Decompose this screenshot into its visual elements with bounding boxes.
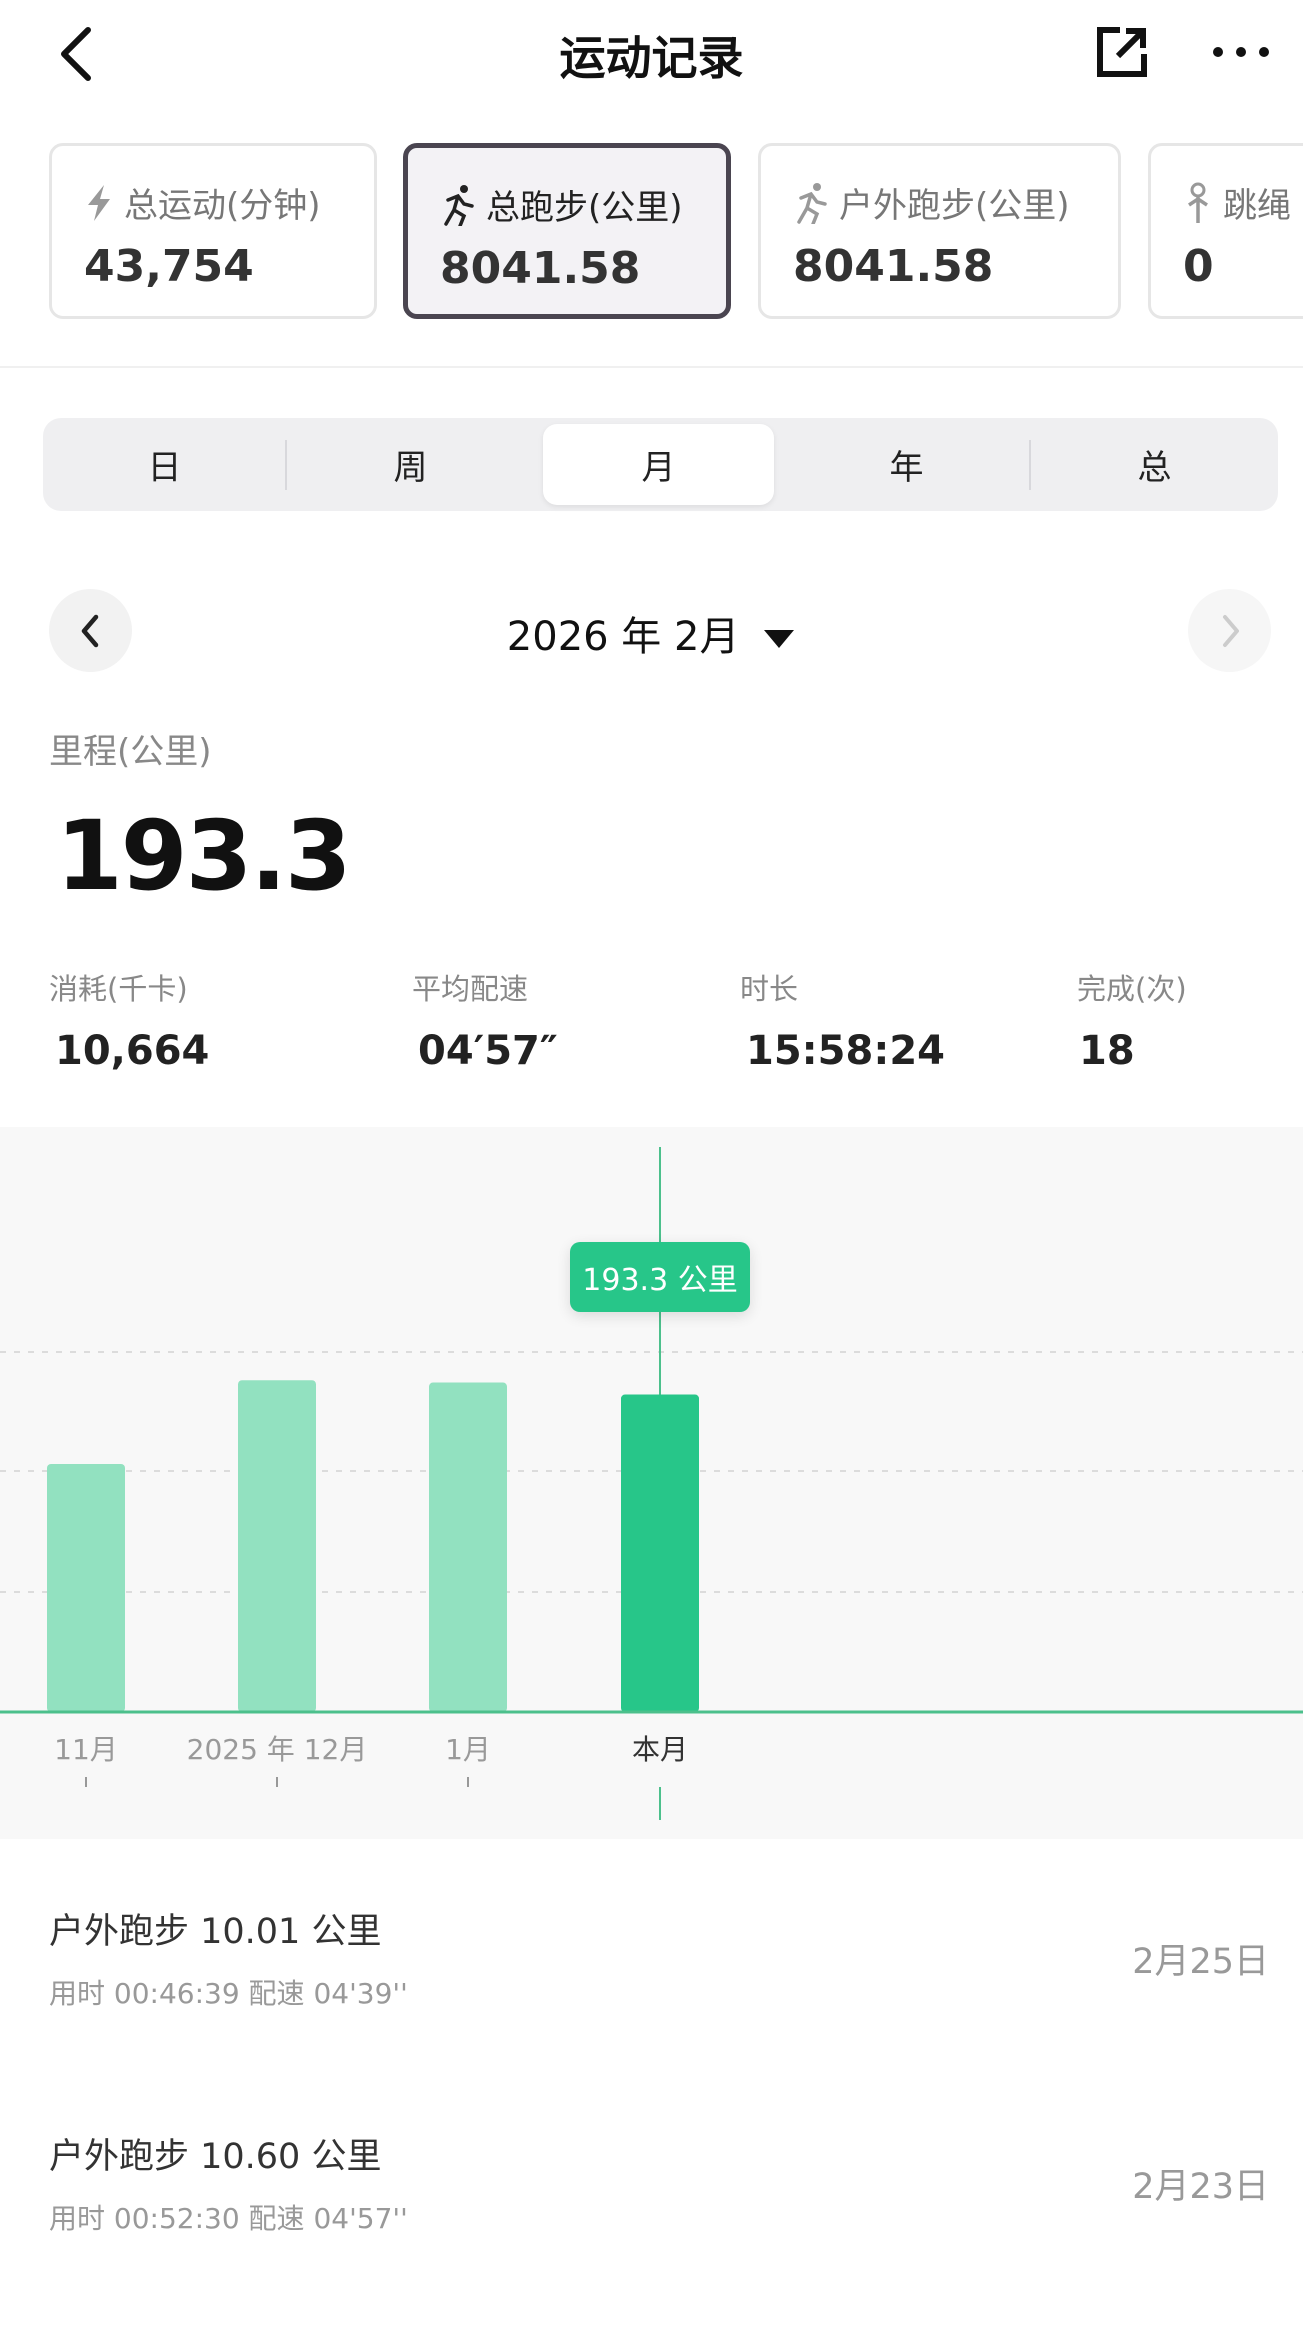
- divider: [285, 440, 287, 490]
- x-tick-label: 本月: [632, 1733, 688, 1766]
- stat-label: 平均配速: [412, 972, 529, 1006]
- card-value: 8041.58: [793, 241, 994, 292]
- divider: [0, 366, 1303, 368]
- share-button[interactable]: [1096, 26, 1148, 82]
- stat-label: 消耗(千卡): [49, 972, 188, 1006]
- record-date: 2月23日: [1132, 2167, 1269, 2207]
- tab-month[interactable]: 月: [543, 424, 774, 505]
- record-item[interactable]: 户外跑步 10.01 公里 用时 00:46:39 配速 04'39'' 2月2…: [0, 1860, 1303, 2070]
- stat-value: 18: [1079, 1028, 1135, 1074]
- tab-week[interactable]: 周: [295, 424, 526, 505]
- stat-value: 10,664: [55, 1028, 210, 1074]
- record-title: 户外跑步 10.01 公里: [49, 1912, 382, 1952]
- record-subtitle: 用时 00:52:30 配速 04'57'': [49, 2202, 408, 2235]
- next-period-button[interactable]: [1188, 589, 1271, 672]
- share-icon: [1097, 27, 1147, 77]
- bar: [429, 1382, 507, 1712]
- card-label: 户外跑步(公里): [839, 186, 1070, 226]
- record-item[interactable]: 户外跑步 10.60 公里 用时 00:52:30 配速 04'57'' 2月2…: [0, 2085, 1303, 2295]
- caret-down-icon: [764, 630, 795, 648]
- runner-icon: [797, 182, 827, 224]
- period-selector[interactable]: 2026 年 2月: [0, 604, 1303, 662]
- card-jump-rope[interactable]: 跳绳 0: [1148, 143, 1303, 319]
- stat-label: 时长: [740, 972, 799, 1006]
- card-total-running[interactable]: 总跑步(公里) 8041.58: [403, 143, 731, 319]
- bar: [621, 1394, 699, 1712]
- record-date: 2月25日: [1132, 1942, 1269, 1982]
- card-label: 总跑步(公里): [486, 188, 683, 228]
- card-value: 0: [1183, 241, 1214, 292]
- tab-year[interactable]: 年: [791, 424, 1022, 505]
- stat-label: 完成(次): [1077, 972, 1187, 1006]
- card-outdoor-running[interactable]: 户外跑步(公里) 8041.58: [758, 143, 1121, 319]
- runner-icon: [444, 184, 474, 226]
- chart-canvas: 11月 2025 年 12月 1月 本月: [0, 1147, 1303, 1820]
- bar: [47, 1463, 125, 1712]
- x-tick-label: 1月: [445, 1733, 491, 1766]
- x-tick-label: 11月: [54, 1733, 118, 1766]
- tab-day[interactable]: 日: [49, 424, 280, 505]
- x-tick-label: 2025 年 12月: [187, 1733, 368, 1766]
- stat-value: 15:58:24: [746, 1028, 945, 1074]
- jump-rope-icon: [1188, 182, 1208, 223]
- card-total-exercise[interactable]: 总运动(分钟) 43,754: [49, 143, 377, 319]
- distance-bar-chart[interactable]: 11月 2025 年 12月 1月 本月 193.3 公里: [0, 1127, 1303, 1839]
- record-subtitle: 用时 00:46:39 配速 04'39'': [49, 1977, 408, 2010]
- distance-label: 里程(公里): [49, 732, 212, 772]
- card-value: 8041.58: [440, 243, 641, 294]
- lightning-icon: [88, 184, 110, 221]
- divider: [1029, 440, 1031, 490]
- more-button[interactable]: [1210, 38, 1274, 70]
- chevron-right-icon: [1222, 614, 1239, 647]
- period-segmented-control: 日 周 月 年 总: [43, 418, 1278, 511]
- record-title: 户外跑步 10.60 公里: [49, 2137, 382, 2177]
- stat-value: 04′57″: [418, 1028, 558, 1074]
- card-label: 跳绳: [1223, 186, 1291, 226]
- chart-tooltip: 193.3 公里: [570, 1242, 750, 1312]
- more-icon: [1213, 47, 1269, 57]
- period-title: 2026 年 2月: [506, 614, 740, 660]
- tab-total[interactable]: 总: [1039, 424, 1270, 505]
- distance-value: 193.3: [56, 800, 352, 912]
- card-value: 43,754: [84, 241, 254, 292]
- bar: [238, 1380, 316, 1712]
- card-label: 总运动(分钟): [124, 186, 321, 226]
